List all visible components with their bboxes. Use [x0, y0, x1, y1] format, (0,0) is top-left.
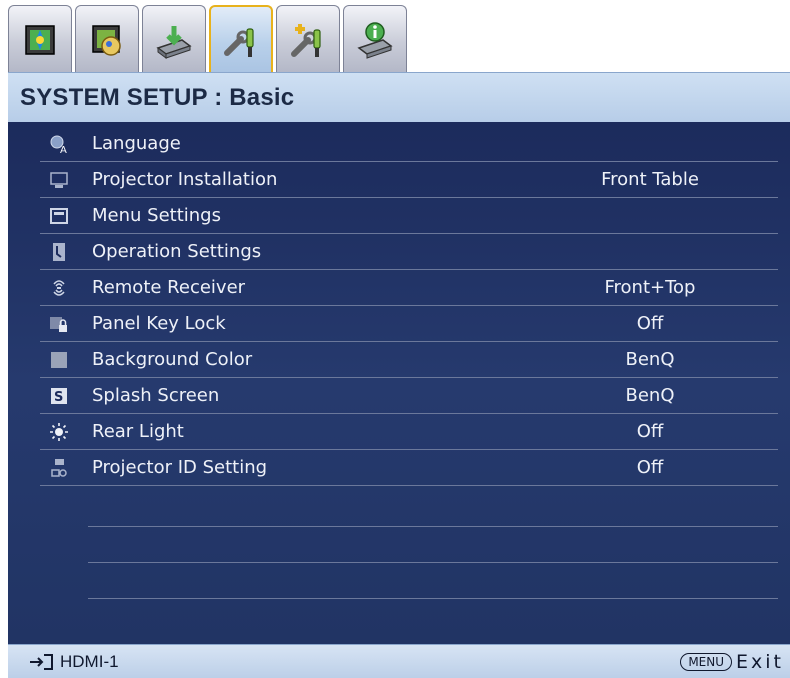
picture-tab-icon: [25, 24, 55, 55]
menu-item-rear-light[interactable]: Rear Light Off: [40, 414, 778, 450]
input-source-indicator: HDMI-1: [28, 652, 119, 672]
tab-strip: [8, 5, 407, 75]
menu-item-projector-installation[interactable]: Projector Installation Front Table: [40, 162, 778, 198]
panel-key-lock-icon: [48, 314, 70, 334]
input-source-label: HDMI-1: [60, 651, 119, 671]
tab-information[interactable]: [343, 5, 407, 73]
tab-system-setup-basic[interactable]: [209, 5, 273, 75]
divider: [88, 526, 778, 527]
picture-advanced-tab-icon: [92, 24, 121, 56]
menu-item-label: Rear Light: [92, 421, 184, 442]
menu-header: SYSTEM SETUP : Basic: [8, 72, 790, 122]
remote-receiver-icon: [48, 278, 70, 298]
menu-panel: A Language Projector Installation Front …: [8, 122, 790, 644]
menu-item-background-color[interactable]: Background Color BenQ: [40, 342, 778, 378]
svg-text:A: A: [60, 145, 67, 154]
operation-settings-icon: [48, 242, 70, 262]
menu-footer: HDMI-1 MENU Exit: [8, 644, 790, 678]
menu-item-value: Front Table: [601, 169, 699, 190]
menu-key-badge: MENU: [680, 652, 733, 671]
menu-item-label: Menu Settings: [92, 205, 221, 226]
tab-display[interactable]: [142, 5, 206, 73]
menu-item-remote-receiver[interactable]: Remote Receiver Front+Top: [40, 270, 778, 306]
display-tab-icon: [156, 25, 192, 59]
divider: [88, 598, 778, 599]
menu-item-language[interactable]: A Language: [40, 126, 778, 162]
menu-item-label: Projector ID Setting: [92, 457, 268, 478]
page-title: SYSTEM SETUP : Basic: [20, 83, 295, 111]
menu-item-projector-id-setting[interactable]: Projector ID Setting Off: [40, 450, 778, 486]
language-icon: A: [48, 134, 70, 154]
menu-item-label: Remote Receiver: [92, 277, 246, 298]
menu-item-label: Projector Installation: [92, 169, 278, 190]
menu-item-label: Operation Settings: [92, 241, 262, 262]
input-source-icon: [30, 653, 53, 670]
menu-item-value: Off: [636, 313, 664, 334]
information-tab-icon: [357, 21, 393, 59]
tab-picture[interactable]: [8, 5, 72, 73]
menu-item-value: Front+Top: [604, 277, 696, 298]
tab-picture-advanced[interactable]: [75, 5, 139, 73]
system-setup-basic-tab-icon: [224, 28, 254, 57]
menu-item-label: Splash Screen: [92, 385, 220, 406]
divider: [88, 562, 778, 563]
tab-system-setup-advanced[interactable]: [276, 5, 340, 73]
projector-id-icon: [48, 458, 70, 478]
menu-item-value: BenQ: [625, 385, 675, 406]
exit-hint[interactable]: MENU Exit: [680, 651, 784, 673]
splash-screen-icon: S: [48, 386, 70, 406]
system-setup-advanced-tab-icon: [291, 23, 321, 57]
projector-installation-icon: [48, 170, 70, 190]
menu-item-value: BenQ: [625, 349, 675, 370]
background-color-icon: [48, 350, 70, 370]
menu-item-label: Background Color: [92, 349, 253, 370]
menu-item-splash-screen[interactable]: S Splash Screen BenQ: [40, 378, 778, 414]
menu-item-value: Off: [636, 421, 664, 442]
menu-item-menu-settings[interactable]: Menu Settings: [40, 198, 778, 234]
menu-item-operation-settings[interactable]: Operation Settings: [40, 234, 778, 270]
menu-item-label: Language: [92, 133, 181, 154]
exit-label: Exit: [736, 650, 784, 673]
menu-item-panel-key-lock[interactable]: Panel Key Lock Off: [40, 306, 778, 342]
rear-light-icon: [48, 422, 70, 442]
menu-item-label: Panel Key Lock: [92, 313, 226, 334]
menu-item-value: Off: [636, 457, 664, 478]
svg-text:S: S: [54, 390, 63, 405]
menu-settings-icon: [48, 206, 70, 226]
